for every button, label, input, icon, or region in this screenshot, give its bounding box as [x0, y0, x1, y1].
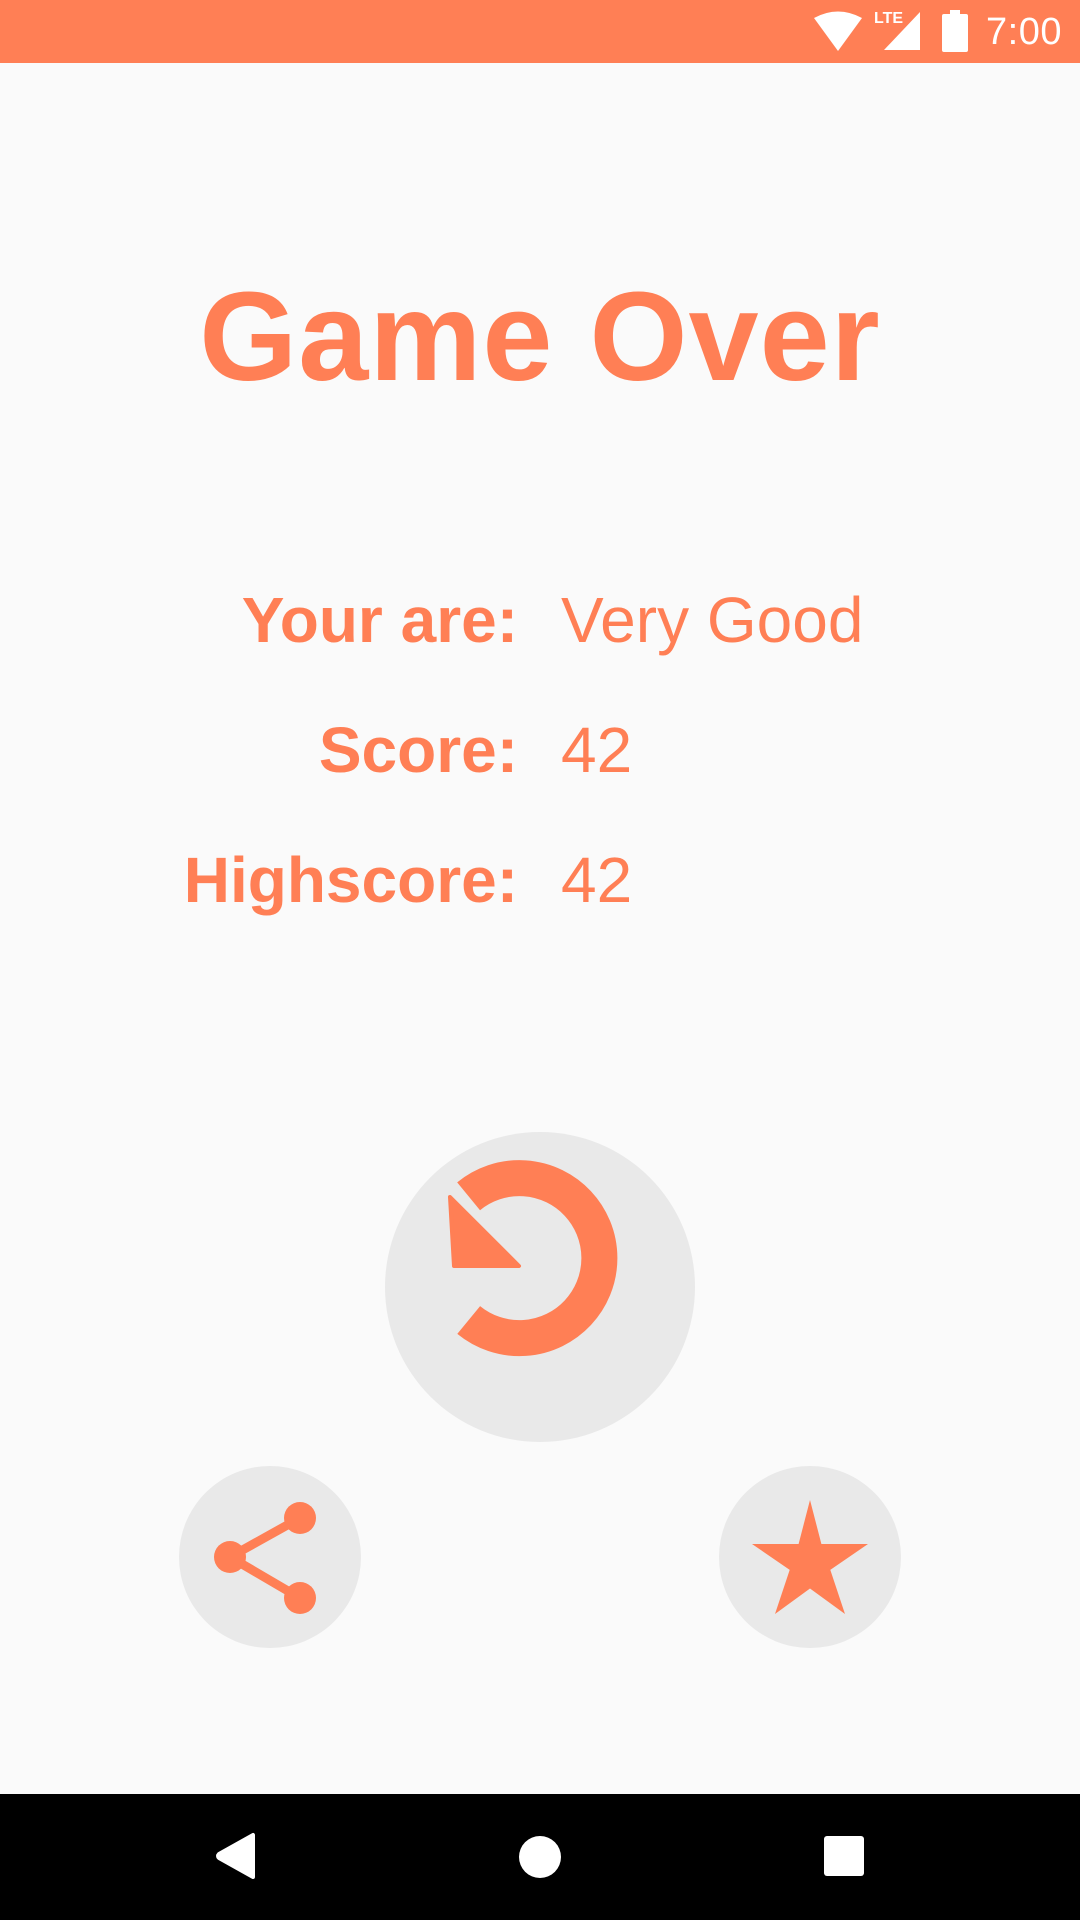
cell-signal-icon: [884, 12, 920, 50]
share-button[interactable]: [179, 1466, 361, 1648]
share-icon: [214, 1502, 316, 1614]
rating-label: Your are:: [241, 584, 518, 656]
wifi-icon: [814, 11, 862, 51]
status-clock: 7:00: [986, 11, 1062, 53]
home-icon[interactable]: [518, 1835, 562, 1879]
replay-button[interactable]: [385, 1132, 695, 1442]
battery-icon: [942, 10, 968, 52]
score-value: 42: [561, 714, 633, 786]
navigation-bar: [0, 1794, 1080, 1920]
star-icon: [752, 1500, 868, 1614]
game-over-title: Game Over: [199, 266, 881, 407]
rating-value: Very Good: [561, 584, 864, 656]
recents-icon[interactable]: [824, 1836, 864, 1876]
rate-button[interactable]: [719, 1466, 901, 1648]
highscore-value: 42: [561, 844, 633, 916]
highscore-label: Highscore:: [183, 844, 518, 916]
back-icon[interactable]: [215, 1832, 257, 1880]
status-bar: LTE 7:00: [0, 0, 1080, 63]
replay-icon: [448, 1160, 618, 1357]
score-label: Score:: [318, 714, 518, 786]
